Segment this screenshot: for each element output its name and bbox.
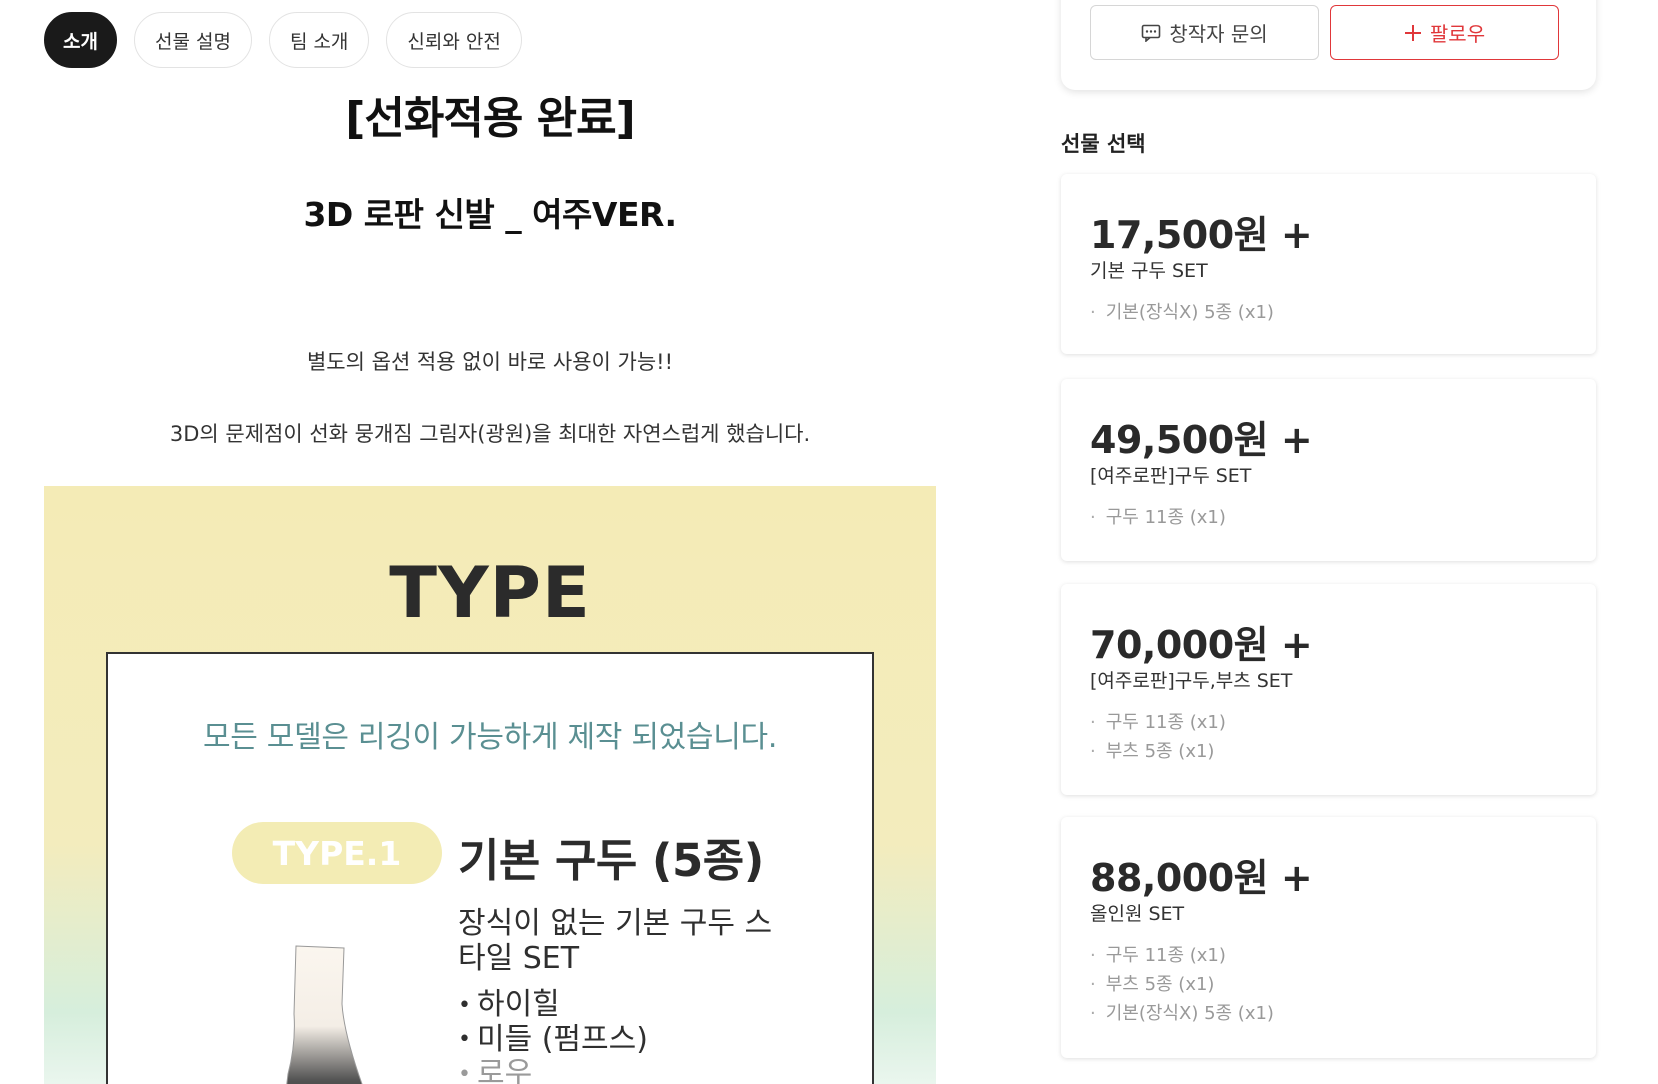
type-name: 기본 구두 (5종) bbox=[458, 834, 764, 887]
gift-section-label: 선물 선택 bbox=[1061, 132, 1146, 156]
high-heel-shoe-illustration bbox=[286, 945, 363, 1084]
gift-name: [여주로판]구두,부츠 SET bbox=[1090, 670, 1293, 692]
gift-option[interactable]: 88,000원 + 올인원 SET 구두 11종 (x1) 부츠 5종 (x1)… bbox=[1061, 817, 1596, 1058]
creator-card: 창작자 문의 팔로우 bbox=[1061, 0, 1596, 90]
gift-option[interactable]: 70,000원 + [여주로판]구두,부츠 SET 구두 11종 (x1) 부츠… bbox=[1061, 584, 1596, 795]
story-title: [선화적용 완료] bbox=[345, 93, 635, 144]
tab-team[interactable]: 팀 소개 bbox=[268, 12, 370, 68]
type-list: 하이힐 미들 (펌프스) 로우 bbox=[458, 988, 648, 1084]
type-list-item: 하이힐 bbox=[458, 988, 648, 1023]
gift-item: 부츠 5종 (x1) bbox=[1090, 737, 1226, 766]
story-tabs: 소개 선물 설명 팀 소개 신뢰와 안전 bbox=[44, 12, 522, 68]
type-list-item: 미들 (펌프스) bbox=[458, 1022, 648, 1058]
gift-option[interactable]: 49,500원 + [여주로판]구두 SET 구두 11종 (x1) bbox=[1061, 379, 1596, 561]
gift-items: 기본(장식X) 5종 (x1) bbox=[1090, 298, 1274, 327]
gift-item: 구두 11종 (x1) bbox=[1090, 503, 1226, 532]
plus-icon bbox=[1404, 24, 1421, 41]
gift-item: 부츠 5종 (x1) bbox=[1090, 970, 1274, 999]
gift-items: 구두 11종 (x1) 부츠 5종 (x1) bbox=[1090, 708, 1226, 766]
tab-trust-safety[interactable]: 신뢰와 안전 bbox=[386, 12, 522, 68]
gift-item: 구두 11종 (x1) bbox=[1090, 941, 1274, 970]
follow-label: 팔로우 bbox=[1429, 22, 1486, 46]
type-description: 장식이 없는 기본 구두 스타일 SET bbox=[458, 906, 773, 976]
gift-items: 구두 11종 (x1) bbox=[1090, 503, 1226, 532]
type-list-item: 로우 bbox=[458, 1057, 648, 1084]
story-subtitle: 3D 로판 신발 _ 여주VER. bbox=[303, 195, 677, 234]
banner-heading: TYPE bbox=[389, 552, 591, 634]
tab-gift-description[interactable]: 선물 설명 bbox=[133, 12, 252, 68]
type-box: 모든 모델은 리깅이 가능하게 제작 되었습니다. TYPE.1 기본 구두 (… bbox=[106, 652, 874, 1084]
follow-button[interactable]: 팔로우 bbox=[1330, 5, 1559, 60]
message-icon bbox=[1142, 24, 1161, 42]
gift-price: 17,500원 + bbox=[1090, 213, 1313, 257]
type-banner-image: TYPE 모든 모델은 리깅이 가능하게 제작 되었습니다. TYPE.1 기본… bbox=[44, 486, 936, 1084]
gift-name: 올인원 SET bbox=[1090, 903, 1185, 925]
story-content: [선화적용 완료] 3D 로판 신발 _ 여주VER. 별도의 옵션 적용 없이… bbox=[44, 80, 936, 446]
gift-item: 기본(장식X) 5종 (x1) bbox=[1090, 298, 1274, 327]
story-description-1: 별도의 옵션 적용 없이 바로 사용이 가능!! bbox=[306, 350, 673, 374]
type-pill: TYPE.1 bbox=[232, 822, 442, 884]
gift-price: 88,000원 + bbox=[1090, 856, 1313, 900]
gift-items: 구두 11종 (x1) 부츠 5종 (x1) 기본(장식X) 5종 (x1) bbox=[1090, 941, 1274, 1028]
gift-option[interactable]: 17,500원 + 기본 구두 SET 기본(장식X) 5종 (x1) bbox=[1061, 174, 1596, 354]
story-description-2: 3D의 문제점이 선화 뭉개짐 그림자(광원)을 최대한 자연스럽게 했습니다. bbox=[169, 422, 811, 446]
inquiry-label: 창작자 문의 bbox=[1169, 22, 1268, 46]
gift-price: 49,500원 + bbox=[1090, 418, 1313, 462]
gift-price: 70,000원 + bbox=[1090, 623, 1313, 667]
creator-inquiry-button[interactable]: 창작자 문의 bbox=[1090, 5, 1319, 60]
gift-item: 기본(장식X) 5종 (x1) bbox=[1090, 999, 1274, 1028]
tab-intro[interactable]: 소개 bbox=[44, 12, 117, 68]
rigging-note: 모든 모델은 리깅이 가능하게 제작 되었습니다. bbox=[202, 720, 778, 755]
gift-name: [여주로판]구두 SET bbox=[1090, 465, 1252, 487]
gift-name: 기본 구두 SET bbox=[1090, 260, 1208, 282]
gift-item: 구두 11종 (x1) bbox=[1090, 708, 1226, 737]
